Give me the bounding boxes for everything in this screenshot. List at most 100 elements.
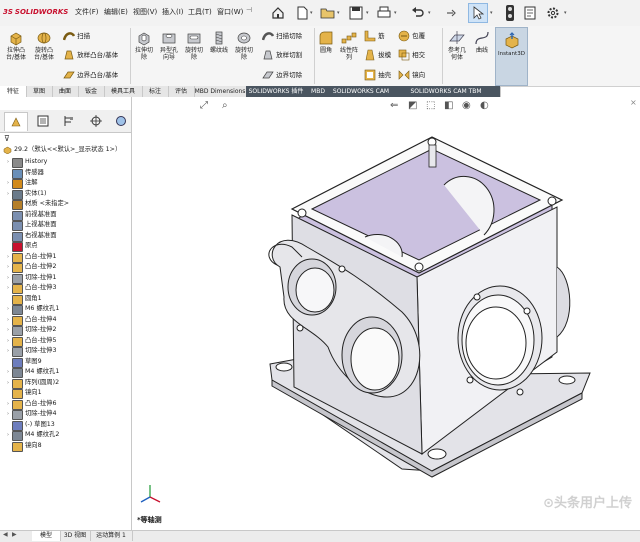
tab-markup[interactable]: 标注 — [142, 86, 169, 97]
zoom-to-fit-icon[interactable]: ⤢ — [200, 100, 208, 111]
tree-root[interactable]: 29.2（默认<<默认>_显示状态 1>） — [0, 145, 131, 155]
expand-arrow-icon[interactable]: › — [5, 430, 11, 440]
zoom-area-icon[interactable]: ⌕ — [222, 100, 228, 111]
expand-arrow-icon[interactable]: › — [5, 178, 11, 188]
tab-solidworks-cam[interactable]: SOLIDWORKS CAM — [330, 86, 393, 97]
print-icon[interactable] — [374, 3, 394, 23]
tree-item[interactable]: › 凸台-拉伸6 — [0, 399, 131, 410]
curves-button[interactable]: 曲线 — [472, 30, 492, 54]
chevron-down-icon[interactable]: ▾ — [490, 10, 493, 16]
expand-arrow-icon[interactable]: › — [5, 189, 11, 199]
expand-arrow-icon[interactable]: › — [5, 409, 11, 419]
menu-pin-icon[interactable]: ⊣ — [246, 6, 252, 14]
scroll-left-icon[interactable]: ◀ — [3, 531, 8, 538]
expand-arrow-icon[interactable]: › — [5, 273, 11, 283]
boundary-cut-button[interactable]: 边界切除 — [262, 68, 318, 82]
hide-show-icon[interactable]: ◉ — [462, 100, 471, 111]
expand-arrow-icon[interactable]: › — [5, 304, 11, 314]
hole-wizard-button[interactable]: 异型孔 向导 — [157, 30, 181, 61]
file-properties-icon[interactable] — [520, 3, 540, 23]
tab-mbd[interactable]: MBD — [306, 86, 331, 97]
expand-arrow-icon[interactable]: › — [5, 157, 11, 167]
tab-surfaces[interactable]: 曲面 — [52, 86, 79, 97]
rib-button[interactable]: 筋 — [364, 29, 396, 43]
instant3d-button[interactable]: Instant3D — [495, 27, 528, 86]
traffic-light-icon[interactable] — [500, 3, 520, 23]
swept-cut-button[interactable]: 扫描切除 — [261, 29, 318, 43]
close-pane-icon[interactable]: × — [630, 98, 637, 107]
revolve-boss-button[interactable]: 旋转凸 台/基体 — [30, 30, 58, 61]
menu-tools[interactable]: 工具(T) — [188, 6, 212, 18]
tree-item[interactable]: › 凸台-拉伸1 — [0, 252, 131, 263]
save-icon[interactable] — [346, 3, 366, 23]
property-manager-tab-icon[interactable] — [32, 112, 54, 130]
linear-pattern-button[interactable]: 线性阵 列 — [338, 30, 360, 61]
scroll-right-icon[interactable]: ▶ — [12, 531, 17, 538]
configuration-manager-tab-icon[interactable] — [58, 112, 80, 130]
tab-model[interactable]: 模型 — [32, 531, 61, 541]
dimxpert-manager-tab-icon[interactable] — [85, 112, 107, 130]
menu-insert[interactable]: 插入(I) — [162, 6, 184, 18]
chevron-down-icon[interactable]: ▾ — [394, 10, 397, 16]
tree-item[interactable]: 右视基准面 — [0, 231, 131, 242]
tree-item[interactable]: › 凸台-拉伸2 — [0, 262, 131, 273]
tab-solidworks-cam-tbm[interactable]: SOLIDWORKS CAM TBM — [392, 86, 501, 97]
menu-edit[interactable]: 编辑(E) — [104, 6, 128, 18]
tree-item[interactable]: 原点 — [0, 241, 131, 252]
expand-arrow-icon[interactable]: › — [5, 262, 11, 272]
tree-item[interactable]: › 凸台-拉伸3 — [0, 283, 131, 294]
graphics-viewport[interactable]: *等轴测 — [132, 97, 640, 530]
tree-item[interactable]: 传感器 — [0, 168, 131, 179]
expand-arrow-icon[interactable]: › — [5, 346, 11, 356]
boundary-boss-button[interactable]: 边界凸台/基体 — [63, 68, 129, 82]
chevron-down-icon[interactable]: ▾ — [428, 10, 431, 16]
tree-item[interactable]: 上视基准面 — [0, 220, 131, 231]
section-view-icon[interactable]: ◩ — [408, 100, 417, 111]
expand-arrow-icon[interactable]: › — [5, 325, 11, 335]
view-orientation-icon[interactable]: ⬚ — [426, 100, 435, 111]
tree-item[interactable]: › 注解 — [0, 178, 131, 189]
expand-arrow-icon[interactable]: › — [5, 283, 11, 293]
tree-item[interactable]: › 切除-拉伸1 — [0, 273, 131, 284]
expand-arrow-icon[interactable]: › — [5, 399, 11, 409]
tree-item[interactable]: 镜向1 — [0, 388, 131, 399]
straight-slot-button[interactable]: 旋转切 除 — [182, 30, 206, 61]
tab-mbd-dimensions[interactable]: MBD Dimensions — [194, 86, 247, 97]
expand-arrow-icon[interactable]: › — [5, 315, 11, 325]
tab-3d-views[interactable]: 3D 视图 — [60, 531, 91, 541]
tree-item[interactable]: 圆角1 — [0, 294, 131, 305]
redo-icon[interactable] — [440, 3, 460, 23]
tree-item[interactable]: 草图9 — [0, 357, 131, 368]
extrude-cut-button[interactable]: 拉伸切 除 — [132, 30, 156, 61]
expand-arrow-icon[interactable]: › — [5, 252, 11, 262]
loft-boss-button[interactable]: 放样凸台/基体 — [63, 48, 129, 62]
tree-item[interactable]: › 切除-拉伸4 — [0, 409, 131, 420]
expand-arrow-icon[interactable]: › — [5, 378, 11, 388]
tree-item[interactable]: › M6 螺纹孔1 — [0, 304, 131, 315]
tab-sheet-metal[interactable]: 钣金 — [78, 86, 105, 97]
tab-solidworks-addins[interactable]: SOLIDWORKS 插件 — [246, 86, 307, 97]
tab-mold-tools[interactable]: 模具工具 — [104, 86, 143, 97]
tab-sketch[interactable]: 草图 — [26, 86, 53, 97]
fillet-button[interactable]: 圆角 — [316, 30, 336, 54]
menu-window[interactable]: 窗口(W) — [217, 6, 243, 18]
thread-button[interactable]: 螺纹线 — [207, 30, 231, 54]
select-arrow-icon[interactable] — [468, 3, 488, 23]
chevron-down-icon[interactable]: ▾ — [310, 10, 313, 16]
tree-item[interactable]: › 凸台-拉伸4 — [0, 315, 131, 326]
expand-arrow-icon[interactable]: › — [5, 367, 11, 377]
tree-item[interactable]: 材质 <未指定> — [0, 199, 131, 210]
tree-item[interactable]: › 切除-拉伸2 — [0, 325, 131, 336]
menu-view[interactable]: 视图(V) — [133, 6, 157, 18]
tree-item[interactable]: › M4 螺纹孔1 — [0, 367, 131, 378]
filter-icon[interactable]: ⊽ — [4, 134, 10, 143]
tree-item[interactable]: 镜向8 — [0, 441, 131, 452]
chevron-down-icon[interactable]: ▾ — [337, 10, 340, 16]
chevron-down-icon[interactable]: ▾ — [564, 10, 567, 16]
tree-item[interactable]: › M4 螺纹孔2 — [0, 430, 131, 441]
appearance-icon[interactable]: ◐ — [480, 100, 489, 111]
lofted-cut-button[interactable]: 放样切割 — [262, 48, 318, 62]
tree-item[interactable]: › 阵列(圆周)2 — [0, 378, 131, 389]
extrude-boss-button[interactable]: 拉伸凸 台/基体 — [3, 30, 29, 61]
shell-button[interactable]: 抽壳 — [364, 68, 396, 82]
